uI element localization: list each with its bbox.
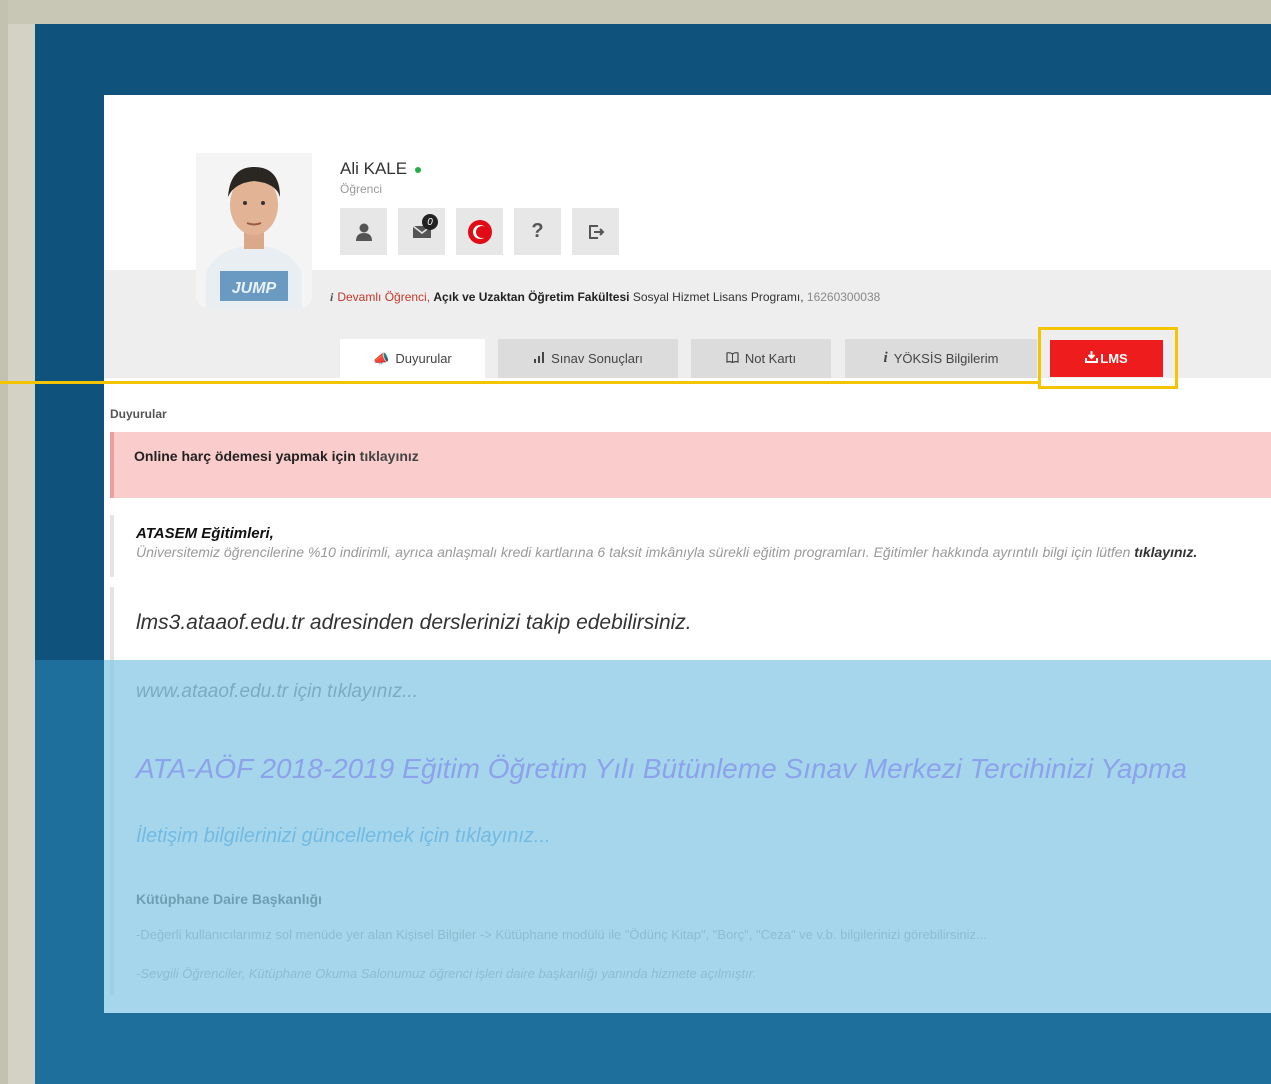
- language-button[interactable]: [456, 208, 503, 255]
- lms-announcement-link[interactable]: lms3.ataaof.edu.tr adresinden derslerini…: [136, 611, 1271, 635]
- info-icon: i: [330, 290, 334, 304]
- payment-link[interactable]: tıklayınız: [360, 448, 419, 464]
- backdrop-left-strip: [8, 24, 35, 1084]
- profile-button[interactable]: [340, 208, 387, 255]
- exam-center-link[interactable]: ATA-AÖF 2018-2019 Eğitim Öğretim Yılı Bü…: [136, 753, 1271, 785]
- backdrop-top: [0, 0, 1271, 24]
- messages-count-badge: 0: [422, 214, 438, 230]
- contact-update-link[interactable]: İletişim bilgilerinizi güncellemek için …: [136, 825, 1271, 848]
- backdrop-left: [0, 0, 8, 1084]
- tab-not-karti[interactable]: Not Kartı: [691, 339, 831, 378]
- messages-button[interactable]: 0: [398, 208, 445, 255]
- program-name: Sosyal Hizmet Lisans Programı,: [632, 290, 804, 304]
- user-icon: [355, 223, 372, 241]
- svg-text:JUMP: JUMP: [232, 280, 277, 297]
- announcement-body: Üniversitemiz öğrencilerine %10 indiriml…: [136, 544, 1198, 560]
- student-portal-page: JUMP Ali KALE Öğrenci 0 ? i Devamlı Öğren…: [104, 95, 1271, 1013]
- announcement-title: ATASEM Eğitimleri,: [136, 525, 274, 542]
- user-role: Öğrenci: [340, 182, 383, 196]
- website-link[interactable]: www.ataaof.edu.tr için tıklayınız...: [136, 681, 1271, 703]
- tab-sinav-sonuclari[interactable]: Sınav Sonuçları: [498, 339, 678, 378]
- bar-chart-icon: [533, 351, 545, 366]
- tab-yoksis-bilgilerim[interactable]: i YÖKSİS Bilgilerim: [845, 339, 1037, 378]
- announcement-body: -Sevgili Öğrenciler, Kütüphane Okuma Sal…: [136, 966, 757, 981]
- user-name: Ali KALE: [340, 159, 422, 179]
- announcement-atasem: ATASEM Eğitimleri, Üniversitemiz öğrenci…: [110, 515, 1271, 577]
- highlight-box-lms: [1038, 327, 1178, 389]
- student-number: 16260300038: [806, 290, 881, 304]
- announcement-website: www.ataaof.edu.tr için tıklayınız...: [110, 677, 1271, 737]
- help-button[interactable]: ?: [514, 208, 561, 255]
- announcement-contact: İletişim bilgilerinizi güncellemek için …: [110, 817, 1271, 877]
- turkey-flag-icon: [467, 219, 492, 244]
- student-info-line: i Devamlı Öğrenci, Açık ve Uzaktan Öğreti…: [330, 290, 880, 305]
- logout-button[interactable]: [572, 208, 619, 255]
- info-icon: i: [883, 350, 888, 366]
- atasem-link[interactable]: tıklayınız.: [1134, 544, 1197, 560]
- tab-duyurular[interactable]: 📣 Duyurular: [340, 339, 485, 378]
- announcement-exam-center: ATA-AÖF 2018-2019 Eğitim Öğretim Yılı Bü…: [110, 737, 1271, 817]
- announcement-title: Kütüphane Daire Başkanlığı: [136, 891, 322, 907]
- payment-alert: Online harç ödemesi yapmak için tıklayın…: [110, 432, 1271, 498]
- student-status: Devamlı Öğrenci,: [337, 290, 431, 304]
- section-title: Duyurular: [110, 407, 167, 421]
- faculty-name: Açık ve Uzaktan Öğretim Fakültesi: [433, 290, 630, 304]
- highlight-guide-line: [0, 381, 1041, 384]
- online-status-dot: [415, 166, 422, 173]
- logout-icon: [588, 224, 604, 239]
- book-icon: [726, 351, 739, 366]
- announcement-lms: lms3.ataaof.edu.tr adresinden derslerini…: [110, 587, 1271, 677]
- announcement-body: -Değerli kullanıcılarımız sol menüde yer…: [136, 927, 987, 942]
- megaphone-icon: 📣: [373, 350, 390, 366]
- avatar: JUMP: [196, 153, 312, 309]
- announcement-library: Kütüphane Daire Başkanlığı -Değerli kull…: [110, 877, 1271, 995]
- alert-text: Online harç ödemesi yapmak için tıklayın…: [134, 448, 419, 464]
